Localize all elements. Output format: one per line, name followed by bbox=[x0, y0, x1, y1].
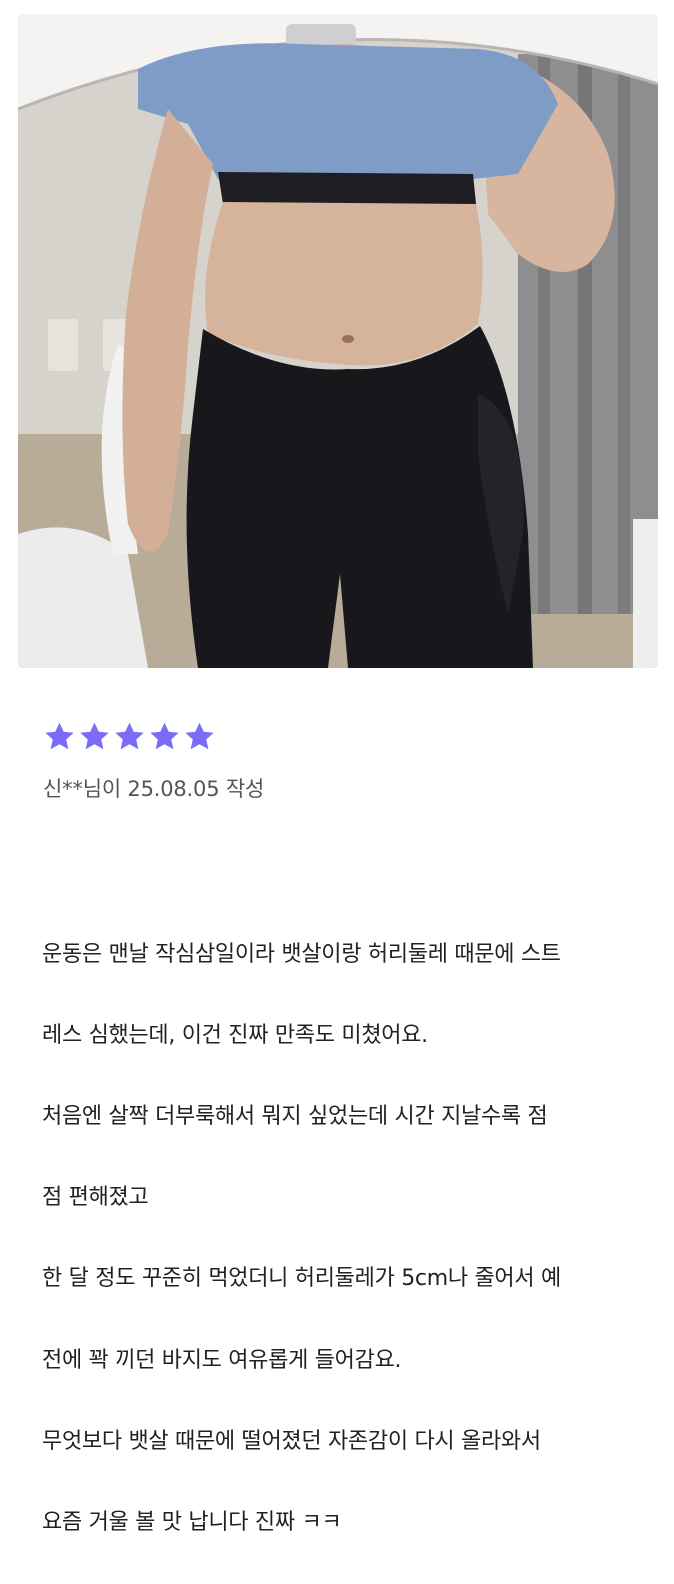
review-body-line: 한 달 정도 꾸준히 먹었더니 허리둘레가 5cm나 줄어서 예 bbox=[42, 1266, 561, 1292]
review-photo-image bbox=[18, 14, 658, 668]
star-rating bbox=[42, 719, 217, 755]
review-body-line: 무엇보다 뱃살 때문에 떨어졌던 자존감이 다시 올라와서 bbox=[42, 1428, 541, 1454]
review-author-date: 신**님이 25.08.05 작성 bbox=[43, 777, 265, 801]
star-icon bbox=[80, 722, 109, 750]
star-icon bbox=[185, 722, 214, 750]
review-photo[interactable] bbox=[18, 14, 658, 668]
star-icon bbox=[45, 722, 74, 750]
review-body-line: 레스 심했는데, 이건 진짜 만족도 미쳤어요. bbox=[42, 1022, 428, 1048]
review-body-line: 요즘 거울 볼 맛 납니다 진짜 ㅋㅋ bbox=[42, 1509, 342, 1535]
star-icon bbox=[150, 722, 179, 750]
review-body-line: 전에 꽉 끼던 바지도 여유롭게 들어감요. bbox=[42, 1347, 402, 1373]
review-body: 운동은 맨날 작심삼일이라 뱃살이랑 허리둘레 때문에 스트 레스 심했는데, … bbox=[42, 894, 642, 1584]
review-body-line: 처음엔 살짝 더부룩해서 뭐지 싶었는데 시간 지날수록 점 bbox=[42, 1103, 548, 1129]
star-icon bbox=[115, 722, 144, 750]
review-body-line: 점 편해졌고 bbox=[42, 1185, 149, 1211]
review-body-line: 운동은 맨날 작심삼일이라 뱃살이랑 허리둘레 때문에 스트 bbox=[42, 941, 561, 967]
